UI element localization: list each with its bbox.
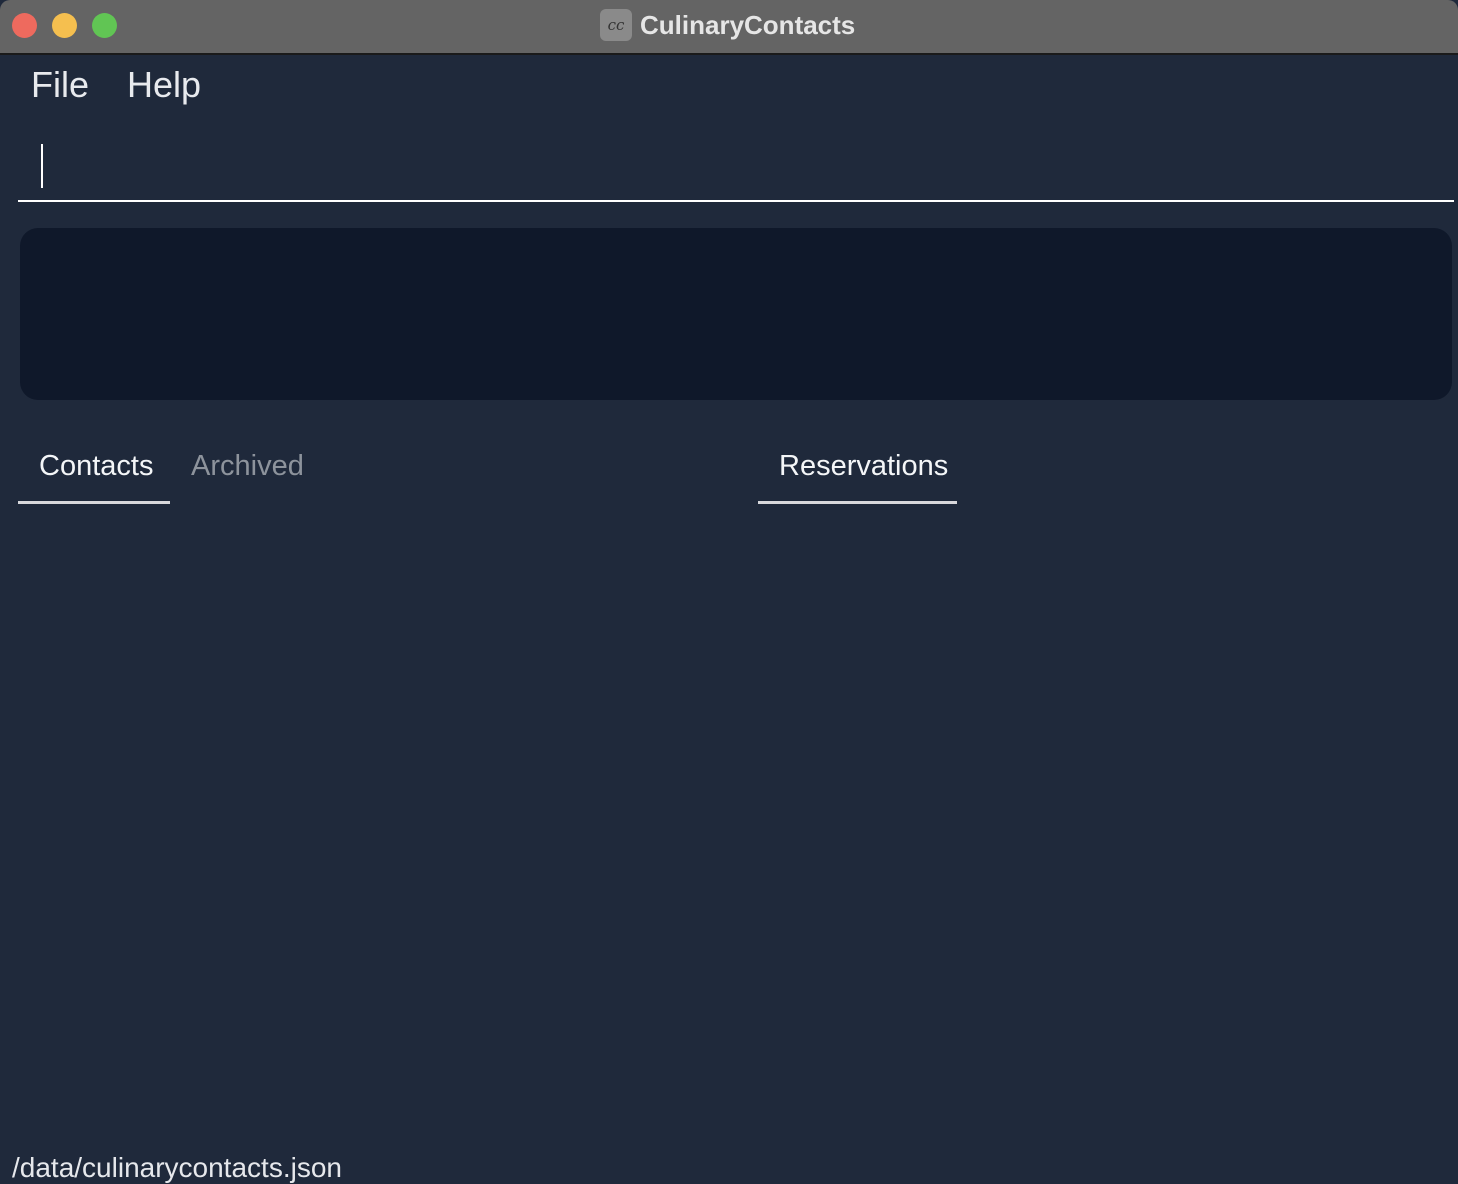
app-logo-icon: cc [600, 9, 632, 41]
window-title-group: cc CulinaryContacts [600, 9, 855, 41]
maximize-window-button[interactable] [92, 13, 117, 38]
menu-help[interactable]: Help [127, 64, 201, 106]
title-bar: cc CulinaryContacts [0, 0, 1458, 55]
menu-bar: File Help [31, 64, 201, 106]
tab-reservations[interactable]: Reservations [779, 450, 948, 483]
tab-contacts-indicator [18, 501, 170, 504]
window-title: CulinaryContacts [640, 9, 856, 40]
minimize-window-button[interactable] [52, 13, 77, 38]
result-display [20, 228, 1452, 400]
tab-contacts[interactable]: Contacts [39, 450, 153, 483]
contacts-list[interactable] [18, 505, 738, 1125]
command-box[interactable] [18, 130, 1454, 202]
tab-archived[interactable]: Archived [191, 450, 304, 483]
reservations-list[interactable] [758, 505, 1448, 1125]
command-input[interactable] [38, 140, 1442, 192]
menu-file[interactable]: File [31, 64, 89, 106]
status-bar-file-path: /data/culinarycontacts.json [12, 1152, 342, 1183]
tab-reservations-indicator [758, 501, 957, 504]
close-window-button[interactable] [12, 13, 37, 38]
